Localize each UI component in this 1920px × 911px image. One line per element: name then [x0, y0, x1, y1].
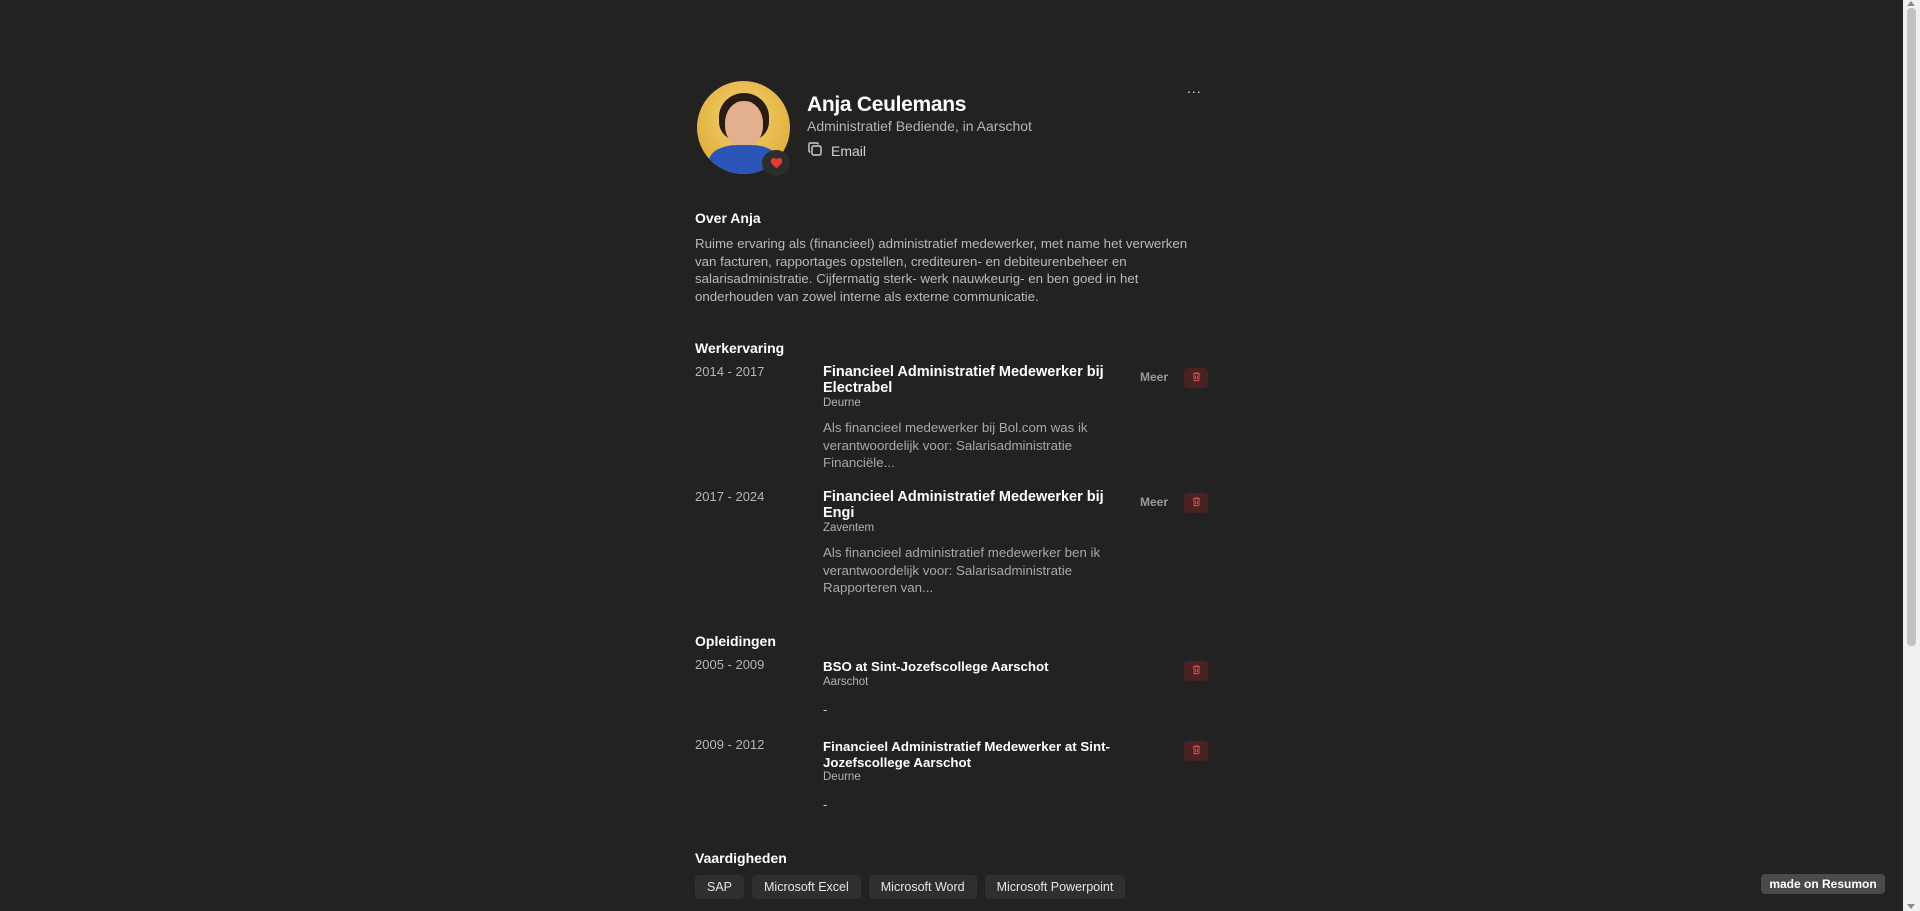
more-button[interactable]: Meer: [1140, 495, 1168, 509]
education-location: Aarschot: [823, 675, 869, 688]
education-years: 2005 - 2009: [695, 657, 765, 672]
delete-button[interactable]: [1184, 493, 1208, 513]
work-description: Als financieel medewerker bij Bol.com wa…: [823, 420, 1088, 470]
education-title-text: Financieel Administratief Medewerker at …: [823, 739, 1110, 770]
trash-icon: [1191, 369, 1202, 387]
delete-button[interactable]: [1184, 741, 1208, 761]
education-item: 2009 - 2012 Financieel Administratief Me…: [695, 737, 1210, 817]
scroll-up-arrow-icon[interactable]: [1907, 1, 1915, 6]
trash-icon: [1191, 742, 1202, 760]
about-title: Over Anja: [695, 210, 761, 226]
education-item: 2005 - 2009 BSO at Sint-Jozefscollege Aa…: [695, 657, 1210, 727]
education-section: Opleidingen 2005 - 2009 BSO at Sint-Joze…: [695, 633, 1210, 812]
work-location: Zaventem: [823, 522, 875, 534]
email-button[interactable]: Email: [807, 141, 866, 160]
more-options-button[interactable]: ...: [1187, 80, 1202, 96]
work-section: Werkervaring 2014 - 2017 Financieel Admi…: [695, 340, 1210, 595]
more-button[interactable]: Meer: [1140, 370, 1168, 384]
scrollbar-thumb[interactable]: [1907, 8, 1916, 646]
work-years: 2017 - 2024: [695, 489, 765, 504]
education-title-text: BSO at Sint-Jozefscollege Aarschot: [823, 659, 1049, 674]
work-item: 2017 - 2024 Financieel Administratief Me…: [695, 489, 1210, 599]
profile-name: Anja Ceulemans: [807, 93, 967, 116]
education-detail: -: [823, 701, 828, 717]
trash-icon: [1191, 662, 1202, 680]
education-detail: -: [823, 797, 828, 812]
profile-subtitle: Administratief Bediende, in Aarschot: [807, 118, 1032, 134]
scrollbar[interactable]: [1903, 0, 1920, 911]
work-item: 2014 - 2017 Financieel Administratief Me…: [695, 364, 1210, 474]
skill-tag: Microsoft Word: [868, 875, 977, 899]
skills-section: Vaardigheden SAP Microsoft Excel Microso…: [695, 850, 1210, 899]
resume-page: Anja Ceulemans Administratief Bediende, …: [695, 0, 1210, 899]
profile-header: Anja Ceulemans Administratief Bediende, …: [695, 0, 1210, 176]
copy-icon: [807, 141, 823, 160]
delete-button[interactable]: [1184, 661, 1208, 681]
scroll-down-arrow-icon[interactable]: [1907, 904, 1915, 909]
made-on-resumon-badge[interactable]: made on Resumon: [1761, 874, 1885, 894]
skill-tag: Microsoft Powerpoint: [984, 875, 1126, 899]
trash-icon: [1191, 494, 1202, 512]
work-title: Werkervaring: [695, 340, 785, 356]
education-location: Deurne: [823, 771, 861, 783]
education-years: 2009 - 2012: [695, 737, 765, 752]
work-description: Als financieel administratief medewerker…: [823, 545, 1101, 595]
work-title-text: Financieel Administratief Medewerker bij…: [823, 489, 1104, 521]
skill-tag: SAP: [695, 875, 745, 899]
about-text: Ruime ervaring als (financieel) administ…: [695, 236, 1188, 304]
about-section: Over Anja Ruime ervaring als (financieel…: [695, 210, 1210, 305]
skills-list: SAP Microsoft Excel Microsoft Word Micro…: [695, 875, 1210, 899]
work-location: Deurne: [823, 397, 861, 409]
work-years: 2014 - 2017: [695, 364, 765, 379]
skill-tag: Microsoft Excel: [752, 875, 861, 899]
work-title-text: Financieel Administratief Medewerker bij…: [823, 364, 1104, 396]
education-title: Opleidingen: [695, 633, 776, 649]
skills-title: Vaardigheden: [695, 850, 787, 866]
delete-button[interactable]: [1184, 368, 1208, 388]
email-label: Email: [831, 142, 867, 159]
heart-icon[interactable]: [762, 150, 790, 176]
